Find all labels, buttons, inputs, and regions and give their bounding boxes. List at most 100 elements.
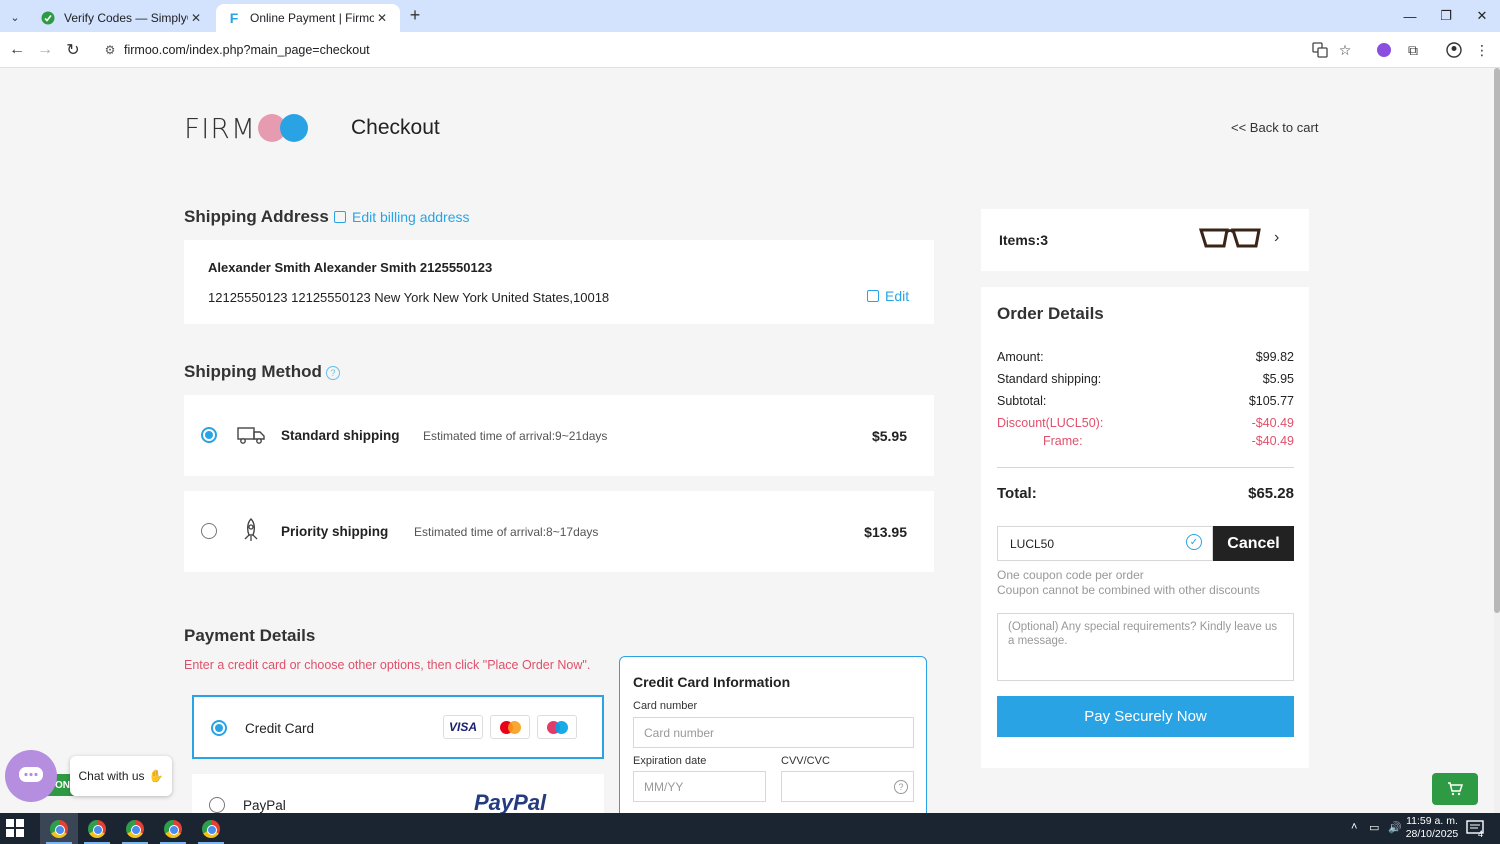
discount-row: Discount(LUCL50): -$40.49: [997, 416, 1294, 430]
shipping-option-standard[interactable]: Standard shipping Estimated time of arri…: [184, 395, 934, 476]
network-icon[interactable]: ▭: [1369, 821, 1379, 834]
minimize-icon[interactable]: —: [1392, 0, 1428, 32]
tab-search-button[interactable]: ⌄: [4, 6, 26, 28]
glasses-thumbnail-icon: [1198, 226, 1261, 255]
taskbar-clock[interactable]: 11:59 a. m. 28/10/2025: [1404, 815, 1460, 841]
cart-icon: [1448, 782, 1463, 796]
address-bar[interactable]: ⚙ firmoo.com/index.php?main_page=checkou…: [94, 36, 1364, 64]
notification-count: 4: [1478, 829, 1484, 839]
payment-option-credit-card[interactable]: Credit Card VISA: [192, 695, 604, 759]
tab-firmoo[interactable]: F Online Payment | Firmoo.com ✕: [216, 4, 400, 32]
browser-toolbar: ← → ↻ ⚙ firmoo.com/index.php?main_page=c…: [0, 32, 1500, 68]
floating-cart-button[interactable]: [1432, 773, 1478, 805]
coupon-code-input[interactable]: LUCL50: [997, 526, 1213, 561]
items-count: Items:3: [999, 232, 1049, 248]
clock-time: 11:59 a. m.: [1406, 815, 1458, 827]
maestro-logo-icon: [537, 715, 577, 739]
chrome-icon: [88, 819, 106, 838]
taskbar-chrome-1[interactable]: [40, 813, 78, 844]
order-details-card: Order Details Amount: $99.82 Standard shi…: [981, 287, 1309, 768]
windows-taskbar: ˄ ▭ 🔊 11:59 a. m. 28/10/2025 4: [0, 813, 1500, 844]
address-card: Alexander Smith Alexander Smith 21255501…: [184, 240, 934, 324]
shipping-option-eta: Estimated time of arrival:9~21days: [423, 429, 608, 443]
firmoo-logo[interactable]: FIRM: [184, 112, 308, 145]
order-divider: [997, 467, 1294, 468]
reload-icon[interactable]: ↻: [61, 38, 85, 62]
amount-row: Amount: $99.82: [997, 350, 1294, 364]
shipping-option-name: Standard shipping: [281, 428, 400, 443]
taskbar-chrome-3[interactable]: [116, 813, 154, 844]
taskbar-chrome-2[interactable]: [78, 813, 116, 844]
shipping-address-heading: Shipping Address: [184, 207, 329, 226]
chevron-right-icon[interactable]: ›: [1274, 229, 1279, 247]
shipping-option-price: $13.95: [864, 524, 907, 540]
extensions-puzzle-icon[interactable]: ⧉: [1403, 40, 1423, 60]
tray-chevron-icon[interactable]: ˄: [1351, 821, 1357, 833]
profile-icon[interactable]: [1444, 40, 1464, 60]
bookmark-star-icon[interactable]: ☆: [1335, 40, 1355, 60]
page-scrollbar[interactable]: [1494, 68, 1500, 813]
edit-icon: [867, 290, 879, 302]
close-tab-icon[interactable]: ✕: [374, 11, 390, 25]
coupon-note-one-per-order: One coupon code per order: [997, 568, 1144, 582]
forward-icon[interactable]: →: [33, 38, 57, 62]
edit-billing-address-link[interactable]: Edit billing address: [334, 209, 470, 225]
total-row: Total: $65.28: [997, 485, 1294, 502]
paypal-label: PayPal: [243, 798, 286, 813]
restore-icon[interactable]: ❐: [1428, 0, 1464, 32]
shipping-help-icon[interactable]: ?: [326, 366, 340, 380]
shipping-option-priority[interactable]: Priority shipping Estimated time of arri…: [184, 491, 934, 572]
menu-kebab-icon[interactable]: ⋮: [1472, 40, 1492, 60]
taskbar-chrome-4[interactable]: [154, 813, 192, 844]
chat-bubble-button[interactable]: [5, 750, 57, 802]
chrome-icon: [164, 819, 182, 838]
credit-card-radio[interactable]: [211, 720, 227, 736]
site-info-icon[interactable]: ⚙: [100, 43, 120, 57]
paypal-radio[interactable]: [209, 797, 225, 813]
tab-title: Verify Codes — SimplyCodes: [64, 11, 188, 25]
translate-icon[interactable]: [1310, 40, 1330, 60]
simplycodes-favicon-icon: [40, 10, 56, 26]
credit-card-label: Credit Card: [245, 721, 315, 736]
edit-label: Edit: [885, 288, 910, 304]
taskbar-chrome-5[interactable]: [192, 813, 230, 844]
subtotal-row: Subtotal: $105.77: [997, 394, 1294, 408]
shipping-option-eta: Estimated time of arrival:8~17days: [414, 525, 599, 539]
tab-simplycodes[interactable]: Verify Codes — SimplyCodes ✕: [30, 4, 214, 32]
chrome-icon: [126, 819, 144, 838]
new-tab-button[interactable]: +: [405, 6, 425, 26]
payment-note: Enter a credit card or choose other opti…: [184, 658, 591, 672]
windows-start-icon[interactable]: [6, 819, 26, 839]
back-to-cart-link[interactable]: << Back to cart: [1231, 120, 1318, 135]
page-title: Checkout: [351, 116, 440, 139]
close-window-icon[interactable]: ✕: [1464, 0, 1500, 32]
url-text: firmoo.com/index.php?main_page=checkout: [124, 43, 370, 57]
expiration-date-label: Expiration date: [633, 755, 707, 767]
chat-with-us-label[interactable]: Chat with us ✋: [70, 756, 172, 796]
items-summary-card[interactable]: Items:3 ›: [981, 209, 1309, 271]
expiration-date-input[interactable]: MM/YY: [633, 771, 766, 802]
shipping-method-heading: Shipping Method: [184, 362, 322, 381]
special-requirements-textarea[interactable]: (Optional) Any special requirements? Kin…: [997, 613, 1294, 681]
cancel-coupon-button[interactable]: Cancel: [1213, 526, 1294, 561]
standard-shipping-radio[interactable]: [201, 427, 217, 443]
payment-details-heading: Payment Details: [184, 626, 316, 645]
card-number-input[interactable]: Card number: [633, 717, 914, 748]
scrollbar-thumb[interactable]: [1494, 68, 1500, 613]
credit-card-info-title: Credit Card Information: [633, 674, 791, 690]
back-icon[interactable]: ←: [5, 38, 29, 62]
pay-securely-now-button[interactable]: Pay Securely Now: [997, 696, 1294, 737]
priority-shipping-radio[interactable]: [201, 523, 217, 539]
coupon-note-no-combine: Coupon cannot be combined with other dis…: [997, 583, 1260, 597]
tab-title: Online Payment | Firmoo.com: [250, 11, 374, 25]
edit-address-link[interactable]: Edit: [867, 288, 909, 304]
clock-date: 28/10/2025: [1405, 828, 1459, 840]
payment-option-paypal[interactable]: PayPal PayPal: [192, 774, 604, 813]
mastercard-logo-icon: [490, 715, 530, 739]
coupon-applied-check-icon: ✓: [1186, 534, 1202, 550]
cvv-help-icon[interactable]: ?: [894, 780, 908, 794]
chrome-icon: [202, 819, 220, 838]
volume-icon[interactable]: 🔊: [1388, 821, 1402, 834]
close-tab-icon[interactable]: ✕: [188, 11, 204, 25]
extension-icon[interactable]: [1374, 40, 1394, 60]
